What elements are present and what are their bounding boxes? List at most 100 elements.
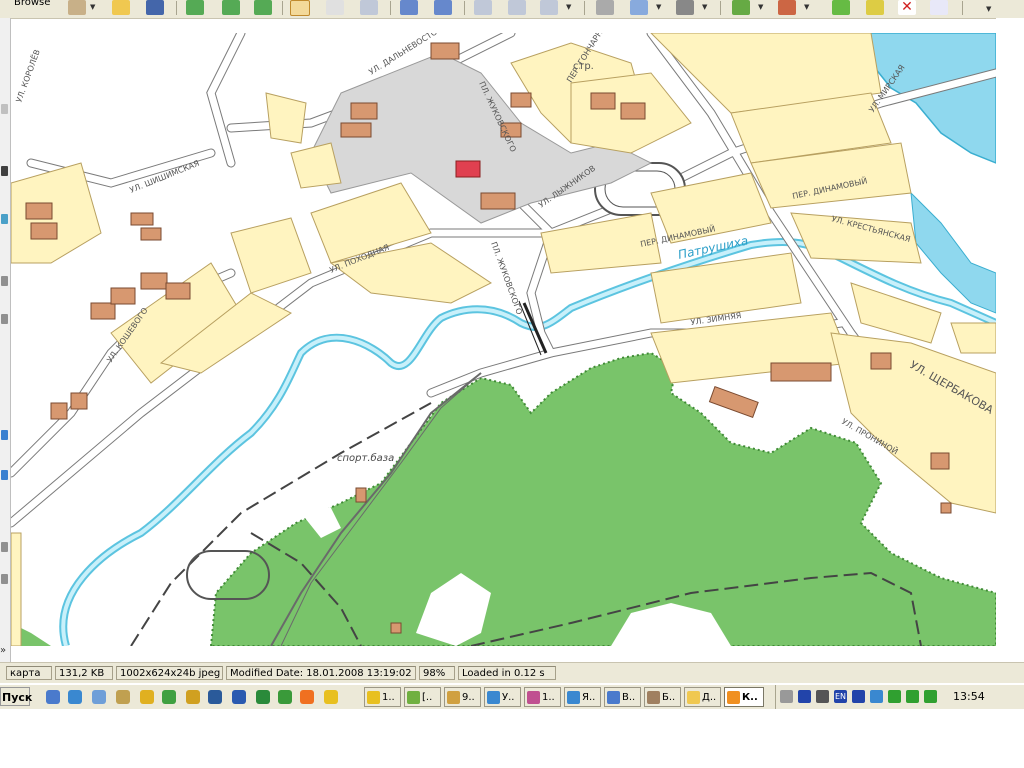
panel-icon[interactable] [1,574,8,584]
status-zoom: 98% [419,666,455,680]
network-icon[interactable] [816,690,829,703]
system-tray: EN [775,685,1024,709]
tray-icon[interactable] [888,690,901,703]
status-dimensions: 1002x624x24b jpeg [116,666,223,680]
quicklaunch-icon[interactable] [278,690,292,704]
app-icon [647,691,660,704]
quicklaunch-icon[interactable] [208,690,222,704]
security-icon[interactable] [924,690,937,703]
app-icon [407,691,420,704]
select-rect-icon[interactable] [326,0,344,15]
taskbar-task-active[interactable]: К.. [724,687,764,707]
scan-icon[interactable] [630,0,648,15]
map-label: ПЛ. ЖУКОВСКОГО [489,241,524,316]
app-icon [607,691,620,704]
app-icon [527,691,540,704]
tray-icon[interactable] [852,690,865,703]
zoom-out-icon[interactable] [508,0,526,15]
quicklaunch-icon[interactable] [46,690,60,704]
clock-icon[interactable] [140,690,154,704]
tray-icon[interactable] [798,690,811,703]
panel-icon[interactable] [1,214,8,224]
image-icon[interactable] [732,0,750,15]
highlighted-building [455,160,481,178]
palette-icon[interactable] [68,0,86,15]
browser-icon [487,691,500,704]
mail-icon[interactable] [906,690,919,703]
status-bar: карта 131,2 KB 1002x624x24b jpeg Modifie… [0,662,1024,683]
taskbar-task[interactable]: В.. [604,687,641,707]
panel-icon[interactable] [1,542,8,552]
export-icon[interactable] [254,0,272,15]
map-label: УЛ. КОРОЛЁВ [13,48,41,104]
chevron-down-icon[interactable]: ▼ [90,3,95,11]
taskbar-task[interactable]: 1.. [524,687,561,707]
panel-icon[interactable] [1,276,8,286]
clock: 13:54 [953,690,985,703]
language-indicator[interactable]: EN [834,690,847,703]
toolbar: Browse ▼ ▼ ▼ ▼ ▼ ▼ ✕ ▼ [0,0,1024,19]
map-label: спорт.база [337,452,394,464]
side-panel-strip [0,18,11,662]
chevron-down-icon[interactable]: ▼ [804,3,809,11]
zoom-custom-icon[interactable] [540,0,558,15]
actual-size-icon[interactable] [434,0,452,15]
start-button[interactable]: Пуск [0,687,32,706]
speaker-icon[interactable] [780,690,793,703]
taskbar-task[interactable]: У.. [484,687,521,707]
move-icon[interactable] [866,0,884,15]
quicklaunch-icon[interactable] [92,690,106,704]
properties-icon[interactable] [930,0,948,15]
panel-icon[interactable] [1,470,8,480]
status-filename: карта [6,666,52,680]
arrow-right-icon[interactable] [222,0,240,15]
taskbar-task[interactable]: Д.. [684,687,721,707]
taskbar-task[interactable]: 9.. [444,687,481,707]
tray-icon[interactable] [870,690,883,703]
copy-icon[interactable] [832,0,850,15]
chevron-down-icon[interactable]: ▼ [566,3,571,11]
sound-icon[interactable] [676,0,694,15]
zoom-in-icon[interactable] [474,0,492,15]
taskbar-task[interactable]: [.. [404,687,441,707]
print-icon[interactable] [596,0,614,15]
excel-icon[interactable] [256,690,270,704]
quicklaunch-icon[interactable] [162,690,176,704]
chevron-double-down-icon[interactable]: » [0,645,6,656]
panel-icon[interactable] [1,314,8,324]
taskbar-task[interactable]: Я.. [564,687,601,707]
zoom-icon[interactable] [360,0,378,15]
save-icon[interactable] [146,0,164,15]
panel-icon[interactable] [1,166,8,176]
open-folder-icon[interactable] [112,0,130,15]
browse-label: Browse [14,0,51,8]
taskbar-task[interactable]: Б.. [644,687,681,707]
fit-window-icon[interactable] [400,0,418,15]
status-modified: Modified Date: 18.01.2008 13:19:02 [226,666,416,680]
chevron-down-icon[interactable]: ▼ [702,3,707,11]
word-icon[interactable] [232,690,246,704]
status-loaded: Loaded in 0.12 s [458,666,556,680]
quicklaunch-icon[interactable] [186,690,200,704]
effects-icon[interactable] [778,0,796,15]
quicklaunch-icon[interactable] [116,690,130,704]
taskbar-task[interactable]: 1.. [364,687,401,707]
right-margin [996,18,1024,662]
app-icon [447,691,460,704]
status-filesize: 131,2 KB [55,666,113,680]
arrow-left-icon[interactable] [186,0,204,15]
chevron-down-icon[interactable]: ▼ [656,3,661,11]
browser-icon[interactable] [68,690,82,704]
mail-icon[interactable] [300,690,314,704]
map-image[interactable]: УЛ. КОРОЛЁВ УЛ. ШИШИМСКАЯ УЛ. ДАЛЬНЕВОСТ… [11,33,996,646]
folder-icon [687,691,700,704]
chevron-down-icon[interactable]: ▼ [758,3,763,11]
panel-icon[interactable] [1,430,8,440]
panel-icon[interactable] [1,104,8,114]
delete-icon[interactable]: ✕ [898,0,916,15]
1c-icon[interactable] [324,690,338,704]
chevron-down-icon[interactable]: ▼ [986,5,991,13]
browser-icon [567,691,580,704]
pan-hand-icon[interactable] [290,0,310,16]
map-label: стр. [573,61,594,72]
